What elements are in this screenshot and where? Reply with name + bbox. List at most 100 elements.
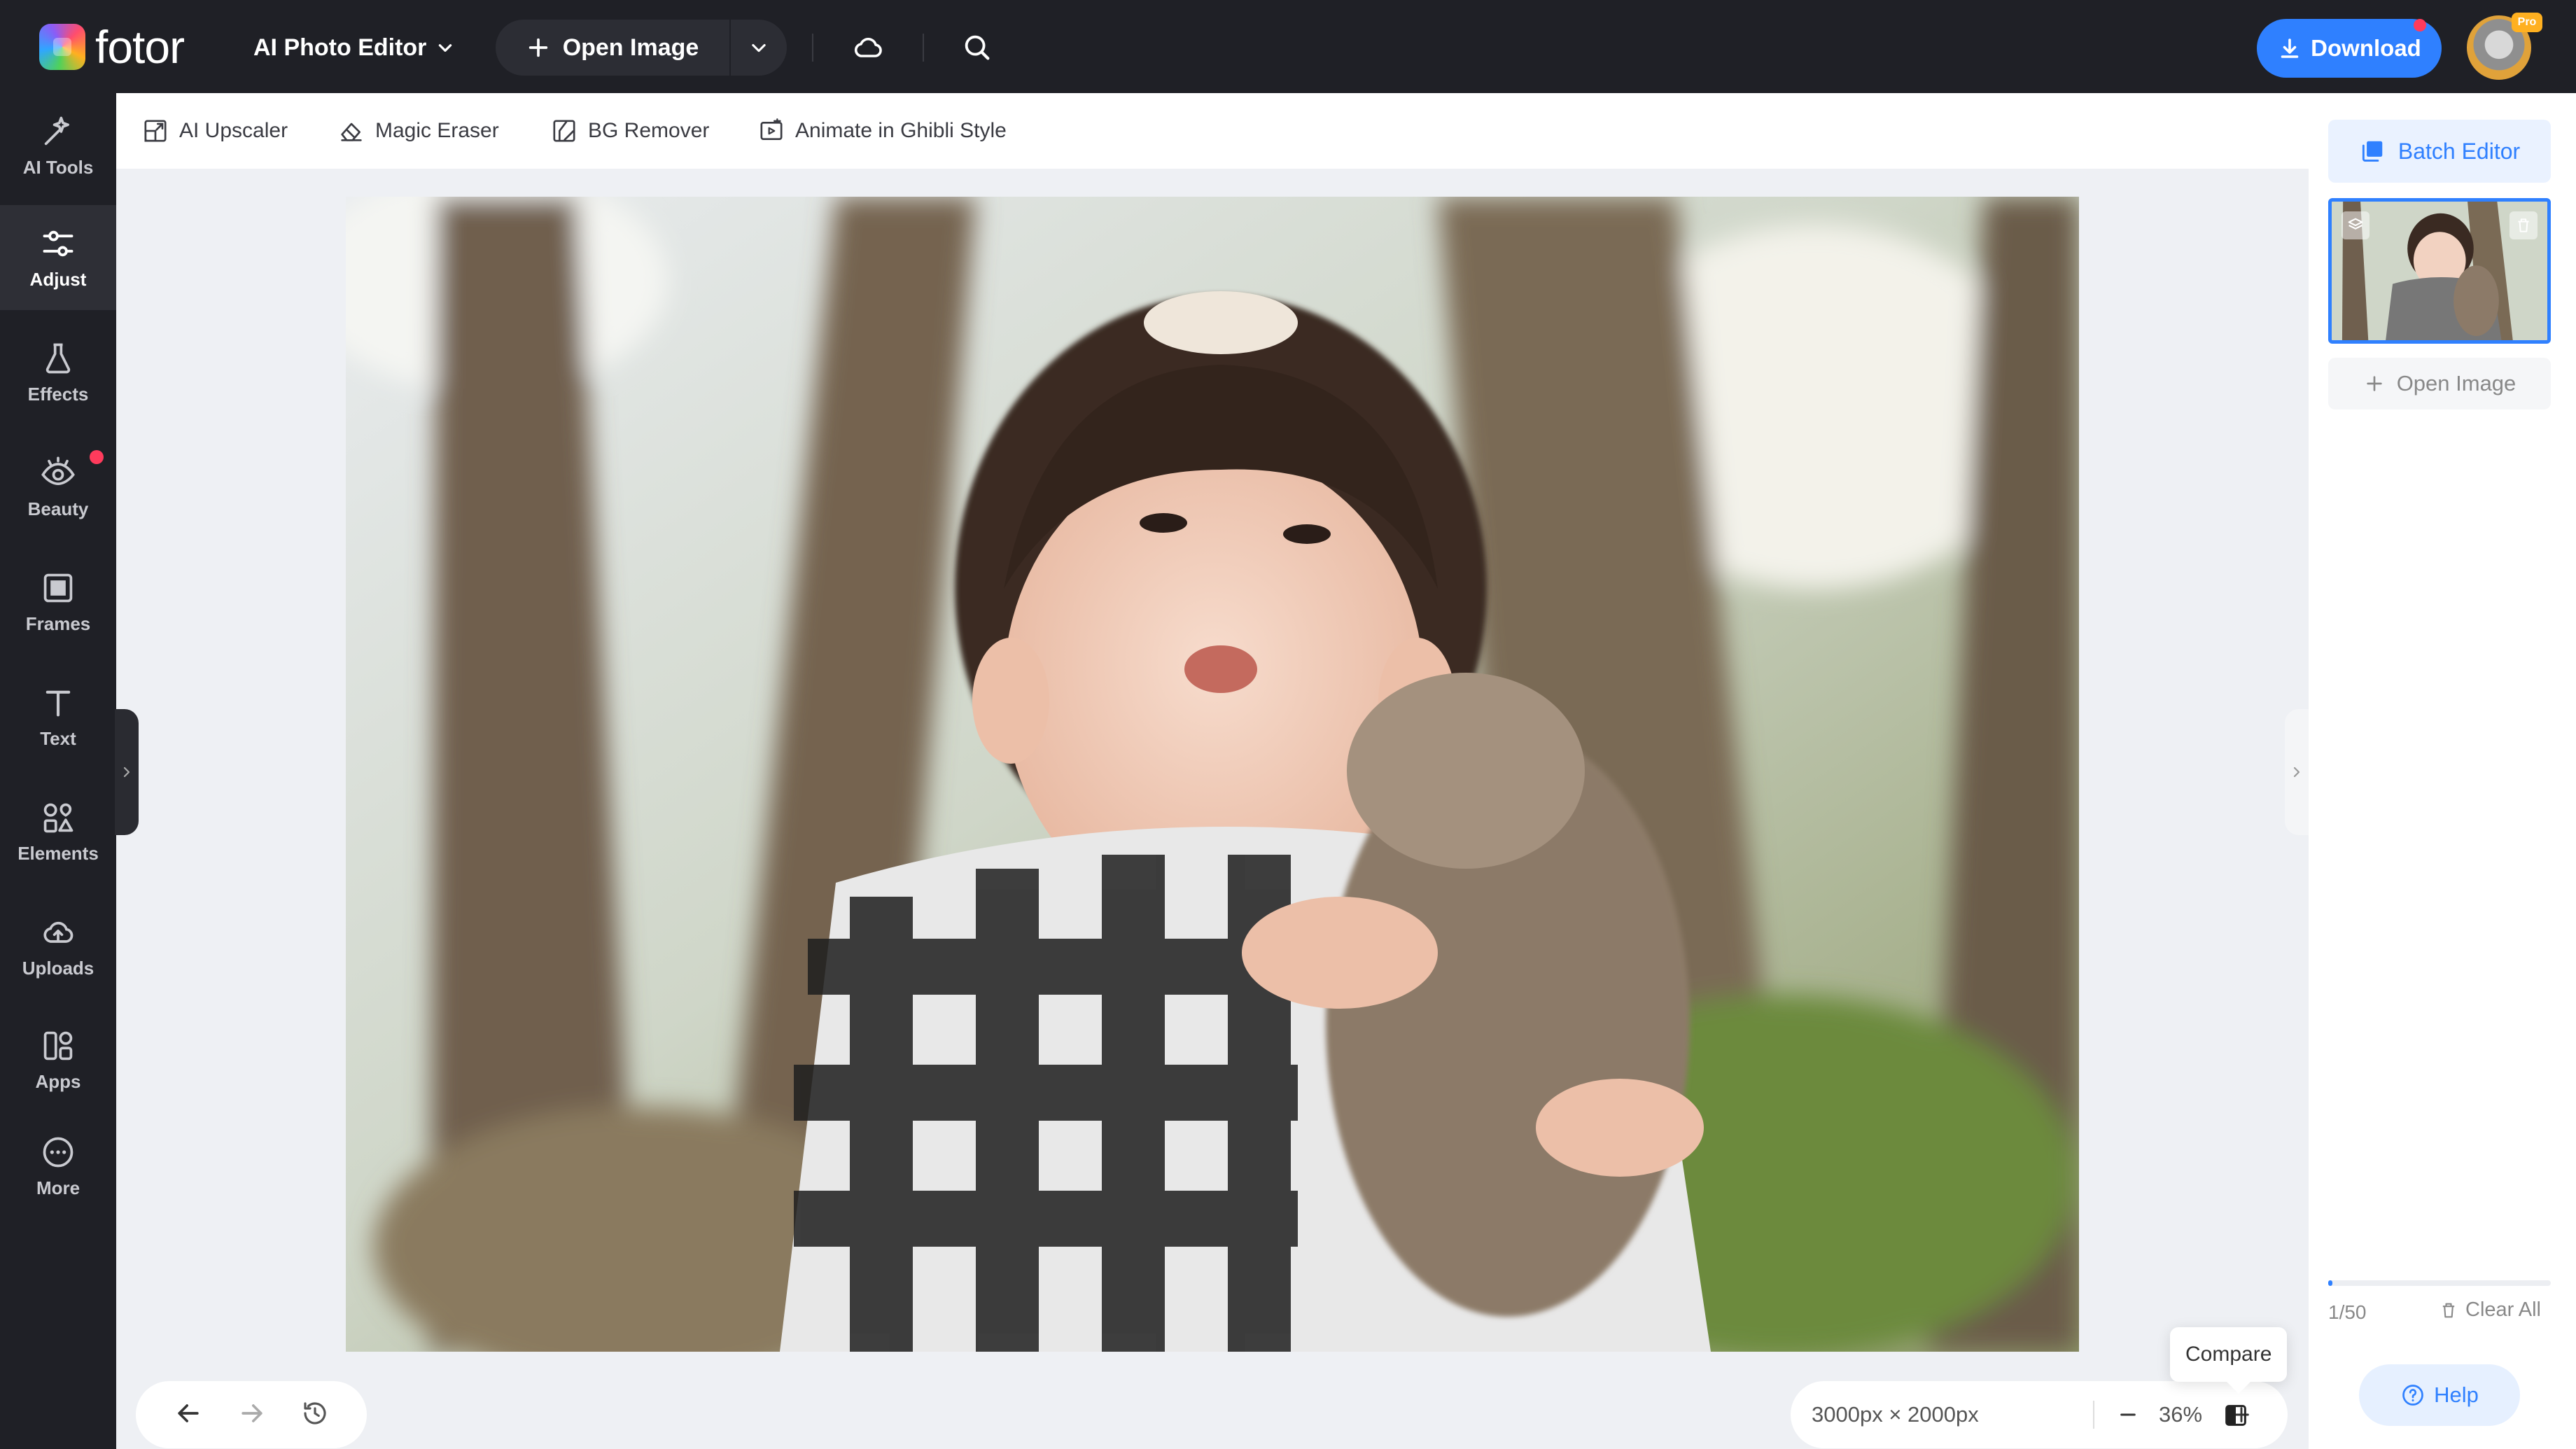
sidebar-item-text[interactable]: Text [0, 664, 116, 769]
history-icon [304, 1401, 326, 1424]
mode-label: AI Photo Editor [253, 34, 427, 61]
sidebar-item-ai-tools[interactable]: AI Tools [0, 93, 116, 198]
cloud-save-button[interactable] [846, 25, 890, 70]
chevron-down-icon [752, 43, 766, 52]
open-image-label: Open Image [2396, 371, 2516, 396]
sidebar-item-label: Adjust [29, 268, 87, 290]
apps-icon [43, 1031, 73, 1060]
mode-dropdown[interactable]: AI Photo Editor [253, 28, 454, 67]
trash-icon [2442, 1303, 2455, 1317]
pro-badge: Pro [2512, 13, 2542, 32]
flask-icon [46, 343, 71, 373]
bg-remove-icon [553, 120, 575, 142]
right-open-image-button[interactable]: Open Image [2328, 358, 2551, 410]
zoom-out-button[interactable] [2113, 1399, 2143, 1430]
sidebar-item-uploads[interactable]: Uploads [0, 894, 116, 999]
zoom-divider [2093, 1401, 2094, 1429]
sidebar-item-label: Beauty [27, 498, 89, 519]
search-icon [965, 35, 990, 60]
collapse-right-panel-handle[interactable] [2285, 709, 2309, 835]
download-label: Download [2311, 35, 2421, 61]
sidebar-item-more[interactable]: More [0, 1114, 116, 1219]
image-thumbnail[interactable] [2328, 198, 2551, 344]
collapse-sidebar-handle[interactable] [115, 709, 139, 835]
history-button[interactable] [300, 1399, 330, 1432]
tool-label: Magic Eraser [375, 119, 499, 142]
frame-icon [43, 573, 73, 602]
more-dots-icon [43, 1137, 74, 1167]
tool-animate-ghibli[interactable]: Animate in Ghibli Style [757, 113, 1007, 149]
download-button[interactable]: Download [2257, 19, 2442, 78]
cloud-icon [854, 37, 882, 57]
plus-icon [528, 38, 547, 57]
sidebar-item-label: Apps [35, 1070, 81, 1092]
tool-label: BG Remover [588, 119, 710, 142]
help-button[interactable]: Help [2359, 1364, 2520, 1426]
download-icon [2281, 38, 2299, 58]
chevron-down-icon [439, 44, 452, 52]
image-count-progress-fill [2328, 1280, 2333, 1286]
chevron-right-icon [2293, 766, 2300, 778]
sliders-icon [43, 230, 74, 256]
image-count-progress [2328, 1280, 2551, 1286]
sidebar-item-label: Elements [18, 842, 99, 864]
sidebar-item-frames[interactable]: Frames [0, 550, 116, 654]
sidebar-item-adjust[interactable]: Adjust [0, 205, 116, 310]
sidebar-item-elements[interactable]: Elements [0, 779, 116, 884]
open-image-group: Open Image [496, 20, 787, 76]
tool-ai-upscaler[interactable]: AI Upscaler [141, 113, 288, 149]
text-icon [46, 690, 71, 716]
arrow-right-icon [241, 1404, 262, 1422]
delete-thumbnail-button[interactable] [2510, 211, 2538, 239]
layers-button[interactable] [2342, 211, 2370, 239]
sidebar-item-label: Text [40, 727, 76, 749]
eraser-icon [341, 122, 362, 141]
right-panel: Batch Editor Open Image 1/50 Clear All H… [2309, 93, 2576, 1449]
open-image-label: Open Image [562, 34, 699, 61]
tool-magic-eraser[interactable]: Magic Eraser [337, 113, 499, 149]
cloud-upload-icon [43, 921, 74, 943]
compare-icon [2225, 1405, 2246, 1426]
compare-tooltip: Compare [2170, 1327, 2288, 1382]
help-label: Help [2434, 1382, 2479, 1407]
toolbar-divider [923, 34, 924, 62]
child-photo-image [346, 197, 2079, 1352]
zoom-level: 36% [2159, 1402, 2203, 1427]
image-dimensions: 3000px × 2000px [1812, 1402, 1979, 1427]
compare-button[interactable] [2216, 1396, 2255, 1435]
open-image-button[interactable]: Open Image [496, 20, 731, 76]
undo-button[interactable] [173, 1398, 204, 1432]
search-button[interactable] [955, 25, 1000, 70]
photo-canvas[interactable] [346, 197, 2079, 1352]
sidebar-item-effects[interactable]: Effects [0, 320, 116, 425]
trash-icon [2518, 218, 2529, 232]
open-image-dropdown[interactable] [731, 20, 787, 76]
eye-icon [41, 456, 75, 485]
sidebar-item-apps[interactable]: Apps [0, 1007, 116, 1112]
logo-text: fotor [95, 21, 185, 73]
top-bar: fotor AI Photo Editor Open Image Downloa… [0, 0, 2576, 93]
clear-all-label: Clear All [2465, 1298, 2541, 1321]
fotor-logo[interactable]: fotor [39, 21, 185, 73]
sidebar-item-label: More [36, 1177, 80, 1198]
redo-button[interactable] [237, 1398, 267, 1432]
clear-all-button[interactable]: Clear All [2439, 1298, 2541, 1322]
tool-label: AI Upscaler [179, 119, 288, 142]
toolbar-divider [812, 34, 813, 62]
beauty-notification-dot [90, 450, 104, 464]
sparkle-wand-icon [44, 116, 69, 145]
batch-icon [2362, 141, 2383, 162]
sidebar-item-label: Effects [27, 383, 89, 405]
tool-bg-remover[interactable]: BG Remover [550, 113, 709, 149]
batch-editor-button[interactable]: Batch Editor [2328, 120, 2551, 183]
sidebar-item-label: AI Tools [22, 156, 94, 178]
notification-dot [2414, 19, 2426, 31]
help-icon [2402, 1385, 2423, 1406]
upscale-icon [144, 120, 167, 142]
plus-icon [2367, 376, 2382, 391]
image-count: 1/50 [2328, 1301, 2367, 1323]
sidebar-item-label: Frames [25, 612, 91, 634]
shapes-icon [43, 803, 74, 832]
chevron-right-icon [123, 766, 130, 778]
history-controls [136, 1381, 367, 1448]
